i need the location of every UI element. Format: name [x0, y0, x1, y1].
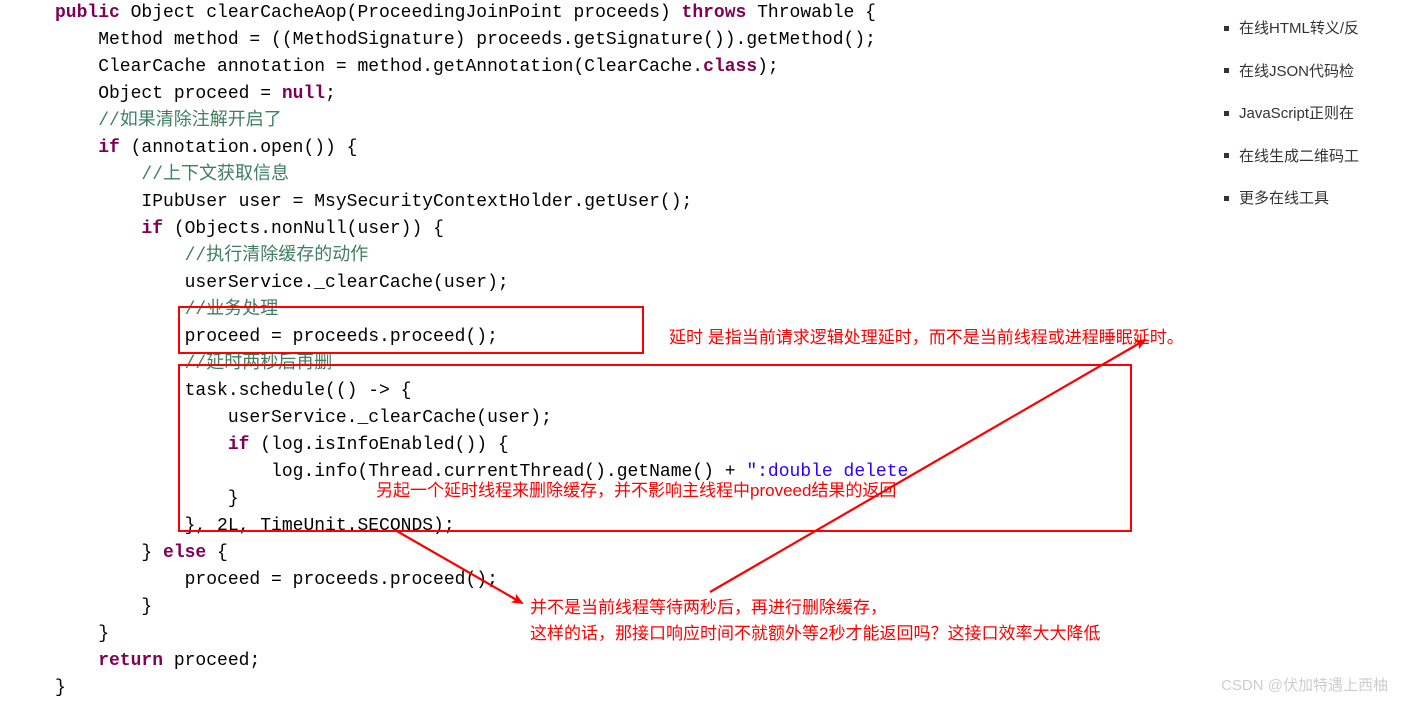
sidebar-item[interactable]: JavaScript正则在: [1216, 93, 1406, 136]
code-text: );: [757, 57, 779, 77]
code-text: ClearCache annotation = method.getAnnota…: [55, 57, 703, 77]
keyword-if: if: [55, 219, 163, 239]
sidebar-item[interactable]: 在线生成二维码工: [1216, 136, 1406, 179]
sidebar-item[interactable]: 更多在线工具: [1216, 178, 1406, 221]
annotation-top: 延时 是指当前请求逻辑处理延时，而不是当前线程或进程睡眠延时。: [669, 325, 1184, 351]
watermark: CSDN @伏加特遇上西柚: [1221, 675, 1388, 698]
code-line: userService._clearCache(user);: [55, 408, 552, 428]
code-text: proceed;: [163, 651, 260, 671]
code-text: Object proceed =: [55, 84, 282, 104]
code-text: Throwable {: [746, 3, 876, 23]
code-line: Method method = ((MethodSignature) proce…: [55, 30, 876, 50]
sidebar-item[interactable]: 在线JSON代码检: [1216, 51, 1406, 94]
code-line: }, 2L, TimeUnit.SECONDS);: [55, 516, 455, 536]
sidebar: 在线HTML转义/反 在线JSON代码检 JavaScript正则在 在线生成二…: [1216, 0, 1406, 221]
code-line: task.schedule(() -> {: [55, 381, 411, 401]
comment: //执行清除缓存的动作: [55, 246, 368, 266]
code-line: }: [55, 597, 152, 617]
code-text: (Objects.nonNull(user)) {: [163, 219, 444, 239]
code-line: IPubUser user = MsySecurityContextHolder…: [55, 192, 692, 212]
annotation-bottom-l2: 这样的话，那接口响应时间不就额外等2秒才能返回吗？这接口效率大大降低: [530, 624, 1100, 643]
keyword-class: class: [703, 57, 757, 77]
annotation-bottom: 并不是当前线程等待两秒后，再进行删除缓存， 这样的话，那接口响应时间不就额外等2…: [530, 595, 1100, 646]
keyword-if: if: [55, 435, 249, 455]
comment: //延时两秒后再删: [55, 354, 332, 374]
sidebar-item[interactable]: 在线HTML转义/反: [1216, 8, 1406, 51]
keyword-else: else: [163, 543, 206, 563]
keyword-public: public: [55, 3, 120, 23]
annotation-bottom-l1: 并不是当前线程等待两秒后，再进行删除缓存，: [530, 598, 887, 617]
keyword-return: return: [55, 651, 163, 671]
code-line: proceed = proceeds.proceed();: [55, 570, 498, 590]
comment: //如果清除注解开启了: [55, 111, 282, 131]
code-line: proceed = proceeds.proceed();: [55, 327, 498, 347]
sidebar-list: 在线HTML转义/反 在线JSON代码检 JavaScript正则在 在线生成二…: [1216, 0, 1406, 221]
code-text: Object clearCacheAop(ProceedingJoinPoint…: [120, 3, 682, 23]
keyword-throws: throws: [682, 3, 747, 23]
code-line: }: [55, 489, 239, 509]
page-root: public Object clearCacheAop(ProceedingJo…: [0, 0, 1406, 705]
comment: //上下文获取信息: [55, 165, 289, 185]
code-text: ;: [325, 84, 336, 104]
comment: //业务处理: [55, 300, 278, 320]
code-text: (annotation.open()) {: [120, 138, 358, 158]
keyword-if: if: [55, 138, 120, 158]
code-text: (log.isInfoEnabled()) {: [249, 435, 508, 455]
code-text: }: [55, 543, 163, 563]
annotation-middle: 另起一个延时线程来删除缓存，并不影响主线程中proveed结果的返回: [376, 478, 896, 504]
code-line: }: [55, 624, 109, 644]
code-text: {: [206, 543, 228, 563]
code-line: userService._clearCache(user);: [55, 273, 509, 293]
keyword-null: null: [282, 84, 325, 104]
code-line: }: [55, 678, 66, 698]
